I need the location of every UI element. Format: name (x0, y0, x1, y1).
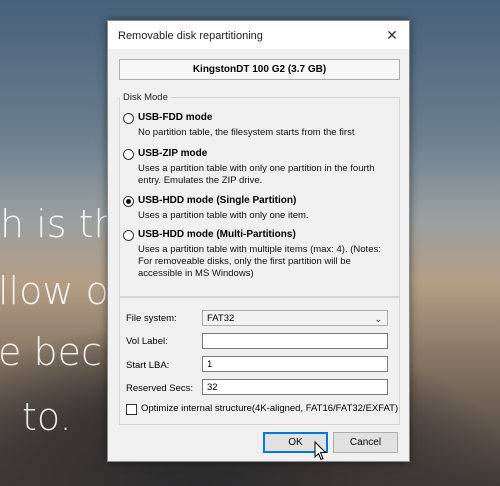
radio-label[interactable]: USB-ZIP mode (138, 148, 207, 159)
vol-label-input[interactable] (202, 333, 388, 349)
file-system-value: FAT32 (207, 313, 235, 324)
option-description: Uses a partition table with only one ite… (138, 210, 309, 221)
close-icon[interactable]: ✕ (375, 21, 409, 49)
vol-label-label: Vol Label: (126, 336, 168, 347)
radio-button-icon[interactable] (123, 230, 134, 241)
reserved-secs-label: Reserved Secs: (126, 383, 194, 394)
optimize-checkbox[interactable] (126, 404, 137, 415)
radio-label[interactable]: USB-HDD mode (Multi-Partitions) (138, 229, 296, 240)
background-text-line: e bec (0, 330, 102, 374)
disk-mode-label: Disk Mode (120, 92, 171, 103)
option-description: Uses a partition table with multiple ite… (138, 244, 381, 279)
radio-button-icon[interactable] (123, 149, 134, 160)
radio-label[interactable]: USB-HDD mode (Single Partition) (138, 195, 296, 206)
option-description: Uses a partition table with only one par… (138, 163, 375, 186)
cancel-button[interactable]: Cancel (333, 432, 398, 453)
optimize-label[interactable]: Optimize internal structure(4K-aligned, … (141, 403, 398, 414)
reserved-secs-input[interactable]: 32 (202, 379, 388, 395)
mouse-cursor-icon (314, 441, 327, 461)
start-lba-label: Start LBA: (126, 360, 170, 371)
file-system-select[interactable]: FAT32 ⌄ (202, 310, 388, 326)
background-text-line: h is th (0, 202, 118, 246)
repartition-dialog: Removable disk repartitioning ✕ Kingston… (107, 20, 410, 462)
option-description: No partition table, the filesystem start… (138, 127, 355, 138)
device-name: KingstonDT 100 G2 (3.7 GB) (119, 59, 400, 80)
file-system-label: File system: (126, 313, 177, 324)
start-lba-input[interactable]: 1 (202, 356, 388, 372)
title-bar[interactable]: Removable disk repartitioning ✕ (108, 21, 409, 49)
background-text-line: llow o (0, 269, 109, 313)
dialog-title: Removable disk repartitioning (118, 30, 263, 42)
radio-button-selected-icon[interactable] (123, 196, 134, 207)
background-text-line: to. (22, 395, 72, 439)
radio-label[interactable]: USB-FDD mode (138, 112, 212, 123)
chevron-down-icon: ⌄ (374, 314, 382, 324)
radio-button-icon[interactable] (123, 113, 134, 124)
